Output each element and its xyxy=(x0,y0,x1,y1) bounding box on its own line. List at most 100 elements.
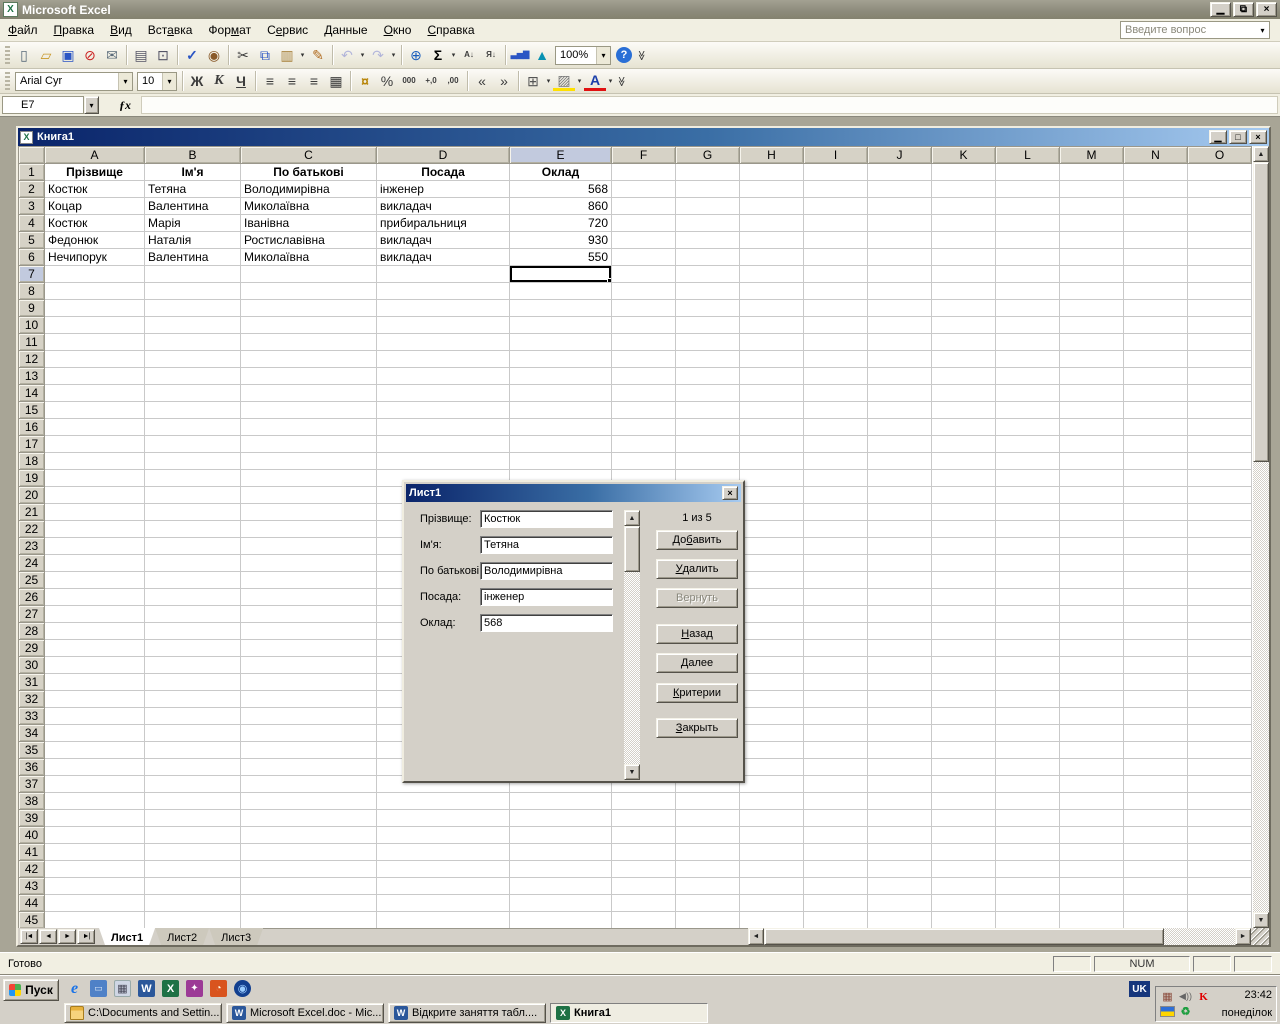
cell-D3[interactable]: викладач xyxy=(376,197,510,215)
cell-B17[interactable] xyxy=(144,435,241,453)
cell-C38[interactable] xyxy=(240,792,377,810)
cell-F14[interactable] xyxy=(611,384,676,402)
cell-O14[interactable] xyxy=(1187,384,1252,402)
cell-I24[interactable] xyxy=(803,554,868,572)
cell-F6[interactable] xyxy=(611,248,676,266)
row-header-21[interactable]: 21 xyxy=(18,503,45,521)
cell-N17[interactable] xyxy=(1123,435,1188,453)
cell-N36[interactable] xyxy=(1123,758,1188,776)
cell-M30[interactable] xyxy=(1059,656,1124,674)
row-header-9[interactable]: 9 xyxy=(18,299,45,317)
chevron-down-icon[interactable]: ▾ xyxy=(298,45,307,66)
cell-J7[interactable] xyxy=(867,265,932,283)
cell-L19[interactable] xyxy=(995,469,1060,487)
cell-H9[interactable] xyxy=(739,299,804,317)
cell-N5[interactable] xyxy=(1123,231,1188,249)
cell-G40[interactable] xyxy=(675,826,740,844)
cell-A35[interactable] xyxy=(44,741,145,759)
cell-A2[interactable]: Костюк xyxy=(44,180,145,198)
cell-D43[interactable] xyxy=(376,877,510,895)
cell-A39[interactable] xyxy=(44,809,145,827)
cell-F38[interactable] xyxy=(611,792,676,810)
cell-M31[interactable] xyxy=(1059,673,1124,691)
volume-icon[interactable]: ◀)) xyxy=(1178,990,1193,1004)
dialog-scrollbar[interactable]: ▲ ▼ xyxy=(624,510,640,780)
cell-O45[interactable] xyxy=(1187,911,1252,928)
cell-L20[interactable] xyxy=(995,486,1060,504)
menu-data[interactable]: Данные xyxy=(316,19,375,41)
bold-icon[interactable]: Ж xyxy=(186,71,208,92)
cell-H25[interactable] xyxy=(739,571,804,589)
cell-N23[interactable] xyxy=(1123,537,1188,555)
cell-J25[interactable] xyxy=(867,571,932,589)
cell-N1[interactable] xyxy=(1123,163,1188,181)
cell-J10[interactable] xyxy=(867,316,932,334)
cell-E43[interactable] xyxy=(509,877,612,895)
cell-L14[interactable] xyxy=(995,384,1060,402)
cell-L30[interactable] xyxy=(995,656,1060,674)
cell-H12[interactable] xyxy=(739,350,804,368)
cell-E10[interactable] xyxy=(509,316,612,334)
row-header-20[interactable]: 20 xyxy=(18,486,45,504)
word-icon[interactable]: W xyxy=(138,980,155,997)
cell-J34[interactable] xyxy=(867,724,932,742)
menu-file[interactable]: Файл xyxy=(0,19,46,41)
minimize-button[interactable]: ▁ xyxy=(1210,2,1231,17)
cell-H29[interactable] xyxy=(739,639,804,657)
row-header-12[interactable]: 12 xyxy=(18,350,45,368)
cell-B12[interactable] xyxy=(144,350,241,368)
row-header-22[interactable]: 22 xyxy=(18,520,45,538)
row-header-24[interactable]: 24 xyxy=(18,554,45,572)
row-header-10[interactable]: 10 xyxy=(18,316,45,334)
criteria-button[interactable]: Критерии xyxy=(656,683,738,703)
row-header-27[interactable]: 27 xyxy=(18,605,45,623)
cell-J45[interactable] xyxy=(867,911,932,928)
cell-B21[interactable] xyxy=(144,503,241,521)
cell-K18[interactable] xyxy=(931,452,996,470)
cell-B15[interactable] xyxy=(144,401,241,419)
cell-O4[interactable] xyxy=(1187,214,1252,232)
cell-I19[interactable] xyxy=(803,469,868,487)
cell-J19[interactable] xyxy=(867,469,932,487)
menu-tools[interactable]: Сервис xyxy=(259,19,316,41)
cell-J21[interactable] xyxy=(867,503,932,521)
cell-D39[interactable] xyxy=(376,809,510,827)
research-icon[interactable]: ◉ xyxy=(203,45,225,66)
cell-F43[interactable] xyxy=(611,877,676,895)
copy-icon[interactable]: ⧉ xyxy=(254,45,276,66)
cell-D13[interactable] xyxy=(376,367,510,385)
cell-C41[interactable] xyxy=(240,843,377,861)
cell-N8[interactable] xyxy=(1123,282,1188,300)
tab-scroll-button-0[interactable]: |◄ xyxy=(20,929,38,944)
cell-A6[interactable]: Нечипорук xyxy=(44,248,145,266)
cell-H34[interactable] xyxy=(739,724,804,742)
cell-H5[interactable] xyxy=(739,231,804,249)
cell-E8[interactable] xyxy=(509,282,612,300)
scroll-right-icon[interactable]: ► xyxy=(1235,928,1251,945)
cell-K6[interactable] xyxy=(931,248,996,266)
decrease-indent-icon[interactable]: « xyxy=(471,71,493,92)
save-icon[interactable]: ▣ xyxy=(57,45,79,66)
cell-L7[interactable] xyxy=(995,265,1060,283)
cell-I6[interactable] xyxy=(803,248,868,266)
row-header-39[interactable]: 39 xyxy=(18,809,45,827)
cell-C26[interactable] xyxy=(240,588,377,606)
cell-C42[interactable] xyxy=(240,860,377,878)
cell-E3[interactable]: 860 xyxy=(509,197,612,215)
cell-I39[interactable] xyxy=(803,809,868,827)
cell-M6[interactable] xyxy=(1059,248,1124,266)
cell-O11[interactable] xyxy=(1187,333,1252,351)
cell-I11[interactable] xyxy=(803,333,868,351)
fill-color-icon[interactable]: ▨ xyxy=(553,72,575,91)
cell-L42[interactable] xyxy=(995,860,1060,878)
cell-I20[interactable] xyxy=(803,486,868,504)
cell-C23[interactable] xyxy=(240,537,377,555)
cell-C30[interactable] xyxy=(240,656,377,674)
sort-descending-icon[interactable]: Я↓ xyxy=(480,45,502,66)
cell-G39[interactable] xyxy=(675,809,740,827)
cell-A16[interactable] xyxy=(44,418,145,436)
cell-C24[interactable] xyxy=(240,554,377,572)
open-icon[interactable]: ▱ xyxy=(35,45,57,66)
cell-E9[interactable] xyxy=(509,299,612,317)
cell-G8[interactable] xyxy=(675,282,740,300)
